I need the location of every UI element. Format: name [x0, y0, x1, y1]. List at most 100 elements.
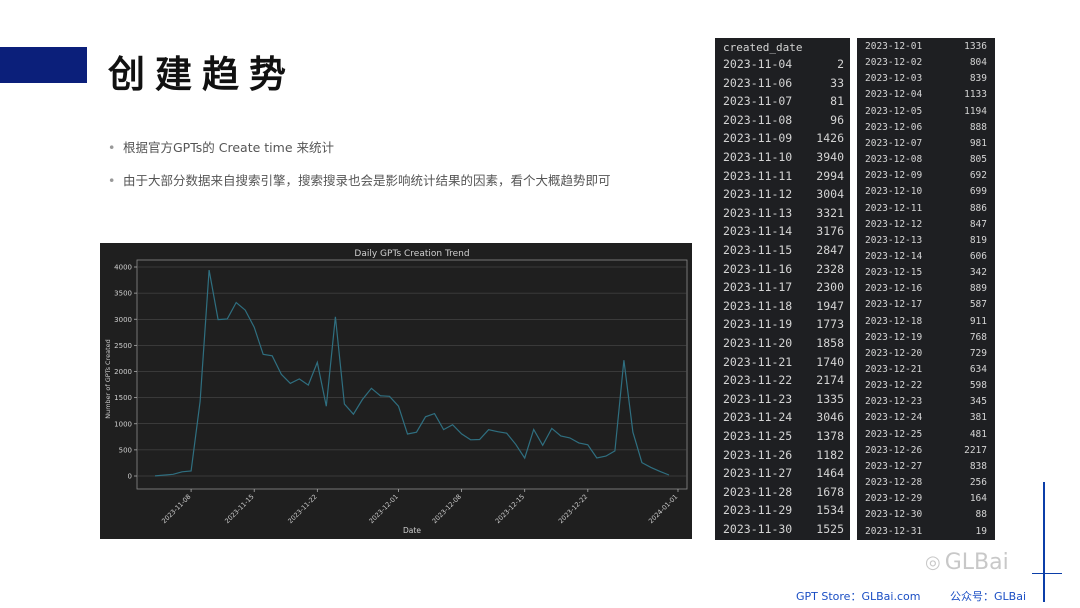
table-row: 2023-12-21 634 — [865, 362, 987, 378]
table-row: 2023-11-09 1426 — [723, 129, 844, 147]
row-date: 2023-11-06 — [723, 75, 793, 90]
row-count: 819 — [969, 234, 987, 246]
row-date: 2023-11-29 — [723, 503, 793, 518]
row-date: 2023-11-15 — [723, 243, 793, 257]
row-count: 838 — [969, 460, 987, 472]
watermark: ◎ GLBai — [925, 550, 1009, 575]
row-date: 2023-11-08 — [723, 112, 793, 127]
y-tick-label: 1500 — [114, 394, 132, 402]
row-date: 2023-12-31 — [865, 525, 923, 537]
table-row: 2023-11-19 1773 — [723, 315, 844, 333]
row-date: 2023-11-26 — [723, 447, 793, 462]
table-header: created_date — [723, 41, 803, 54]
table-row: 2023-12-18 911 — [865, 314, 987, 330]
row-date: 2023-12-15 — [865, 267, 923, 279]
row-count: 19 — [975, 525, 987, 537]
y-tick-label: 500 — [119, 446, 132, 454]
row-count: 2174 — [816, 373, 844, 388]
row-count: 888 — [969, 121, 987, 133]
y-tick-label: 4000 — [114, 264, 132, 272]
table-row: 2023-12-14 606 — [865, 249, 987, 265]
table-row: 2023-11-17 2300 — [723, 278, 844, 296]
row-count: 606 — [969, 250, 987, 262]
table-row: 2023-12-15 342 — [865, 265, 987, 281]
table-row: 2023-12-23 345 — [865, 394, 987, 410]
row-count: 699 — [969, 186, 987, 198]
y-tick-label: 3000 — [114, 316, 132, 324]
row-date: 2023-11-12 — [723, 187, 793, 202]
row-date: 2023-12-03 — [865, 73, 923, 85]
row-count: 88 — [975, 509, 987, 521]
row-count: 804 — [969, 57, 987, 69]
row-count: 2328 — [816, 261, 844, 276]
table-row: 2023-11-28 1678 — [723, 483, 844, 501]
row-count: 2300 — [816, 280, 844, 295]
table-row: 2023-11-11 2994 — [723, 167, 844, 185]
table-row: 2023-11-27 1464 — [723, 464, 844, 482]
bullet-item: 由于大部分数据来自搜索引擎，搜索搜录也会是影响统计结果的因素，看个大概趋势即可 — [108, 173, 611, 189]
row-date: 2023-11-17 — [723, 280, 793, 295]
row-date: 2023-11-18 — [723, 298, 793, 313]
row-count: 692 — [969, 170, 987, 182]
table-row: 2023-12-03 839 — [865, 71, 987, 87]
row-date: 2023-12-29 — [865, 493, 923, 505]
table-row: 2023-12-17 587 — [865, 297, 987, 313]
row-count: 3321 — [816, 205, 844, 220]
row-date: 2023-11-28 — [723, 484, 793, 499]
table-row: 2023-11-16 2328 — [723, 260, 844, 278]
row-date: 2023-12-16 — [865, 283, 923, 295]
row-date: 2023-12-01 — [865, 41, 923, 52]
table-row: 2023-12-26 2217 — [865, 443, 987, 459]
decor-vertical-line — [1043, 482, 1045, 602]
row-date: 2023-12-24 — [865, 412, 923, 424]
table-row: 2023-12-07 981 — [865, 136, 987, 152]
row-date: 2023-12-10 — [865, 186, 923, 198]
table-row: 2023-11-06 33 — [723, 74, 844, 92]
table-row: 2023-12-19 768 — [865, 330, 987, 346]
table-row: 2023-12-16 889 — [865, 281, 987, 297]
row-count: 81 — [830, 94, 844, 109]
trend-chart: Daily GPTs Creation Trend Date Number of… — [100, 243, 692, 539]
row-date: 2023-11-10 — [723, 150, 793, 164]
row-count: 729 — [969, 347, 987, 359]
footer-store-link[interactable]: GPT Store：GLBai.com — [796, 588, 920, 604]
row-date: 2023-12-13 — [865, 234, 923, 246]
row-count: 598 — [969, 380, 987, 392]
row-date: 2023-12-23 — [865, 396, 923, 408]
row-count: 2994 — [816, 168, 844, 183]
x-tick-label: 2023-11-22 — [286, 493, 318, 525]
row-count: 345 — [969, 396, 987, 408]
row-date: 2023-11-22 — [723, 373, 793, 388]
row-date: 2023-12-14 — [865, 250, 923, 262]
y-axis-label: Number of GPTs Created — [104, 339, 112, 419]
row-count: 2847 — [816, 243, 844, 257]
table-row: 2023-11-21 1740 — [723, 353, 844, 371]
table-row: 2023-12-10 699 — [865, 184, 987, 200]
row-count: 839 — [969, 73, 987, 85]
row-date: 2023-11-16 — [723, 261, 793, 276]
row-date: 2023-11-27 — [723, 466, 793, 481]
row-count: 911 — [969, 315, 987, 327]
row-date: 2023-12-02 — [865, 57, 923, 69]
row-count: 256 — [969, 477, 987, 489]
row-count: 1464 — [816, 466, 844, 481]
row-date: 2023-11-23 — [723, 391, 793, 406]
row-date: 2023-12-07 — [865, 137, 923, 149]
row-count: 2217 — [964, 444, 987, 456]
x-axis-label: Date — [403, 526, 421, 535]
row-date: 2023-12-30 — [865, 509, 923, 521]
row-count: 805 — [969, 154, 987, 166]
row-date: 2023-11-21 — [723, 354, 793, 369]
y-tick-label: 2500 — [114, 342, 132, 350]
decor-horizontal-line — [1032, 573, 1062, 574]
y-tick-label: 2000 — [114, 368, 132, 376]
row-count: 1740 — [816, 354, 844, 369]
row-date: 2023-12-28 — [865, 477, 923, 489]
table-row: 2023-11-12 3004 — [723, 185, 844, 203]
plot-frame — [136, 259, 688, 490]
row-count: 3004 — [816, 187, 844, 202]
table-row: 2023-11-24 3046 — [723, 408, 844, 426]
table-row: 2023-12-24 381 — [865, 410, 987, 426]
table-row: 2023-12-06 888 — [865, 120, 987, 136]
table-row: 2023-11-13 3321 — [723, 204, 844, 222]
